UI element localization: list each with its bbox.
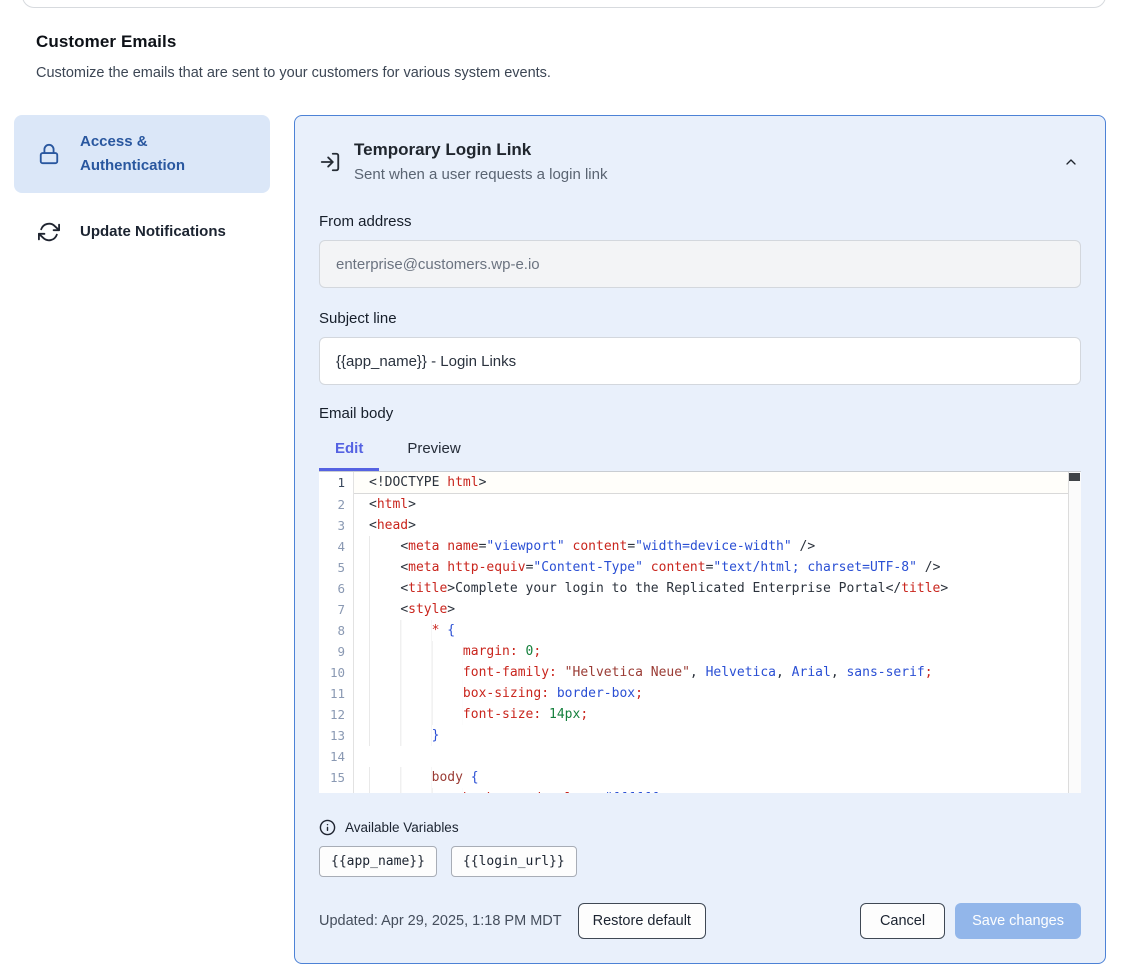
code-line: 11 box-sizing: border-box; (319, 683, 1081, 704)
code-line: 5 <meta http-equiv="Content-Type" conten… (319, 557, 1081, 578)
sidebar-item-label: Access & Authentication (80, 130, 254, 178)
editor-scrollbar[interactable] (1068, 472, 1081, 793)
tab-preview[interactable]: Preview (391, 434, 476, 471)
page-title: Customer Emails (36, 32, 1092, 52)
email-template-panel: Temporary Login Link Sent when a user re… (294, 115, 1106, 964)
subject-line-label: Subject line (319, 310, 1081, 327)
code-line: 15 body { (319, 767, 1081, 788)
panel-subtitle: Sent when a user requests a login link (354, 166, 1063, 183)
code-lines: 1<!DOCTYPE html>2<html>3<head>4 <meta na… (319, 472, 1081, 793)
code-line: 4 <meta name="viewport" content="width=d… (319, 536, 1081, 557)
panel-header-text: Temporary Login Link Sent when a user re… (354, 140, 1063, 183)
code-editor[interactable]: 1<!DOCTYPE html>2<html>3<head>4 <meta na… (319, 471, 1081, 793)
previous-card-bottom-edge (22, 0, 1106, 8)
tab-edit[interactable]: Edit (319, 434, 379, 471)
panel-title: Temporary Login Link (354, 140, 1063, 160)
variable-chip-login-url[interactable]: {{login_url}} (451, 846, 577, 877)
code-line: 14 (319, 746, 1081, 767)
variable-chip-app-name[interactable]: {{app_name}} (319, 846, 437, 877)
info-icon (319, 819, 336, 836)
code-line: 3<head> (319, 515, 1081, 536)
updated-timestamp: Updated: Apr 29, 2025, 1:18 PM MDT (319, 913, 562, 929)
cancel-button[interactable]: Cancel (860, 903, 945, 939)
sidebar: Access & Authentication Update Notificat… (14, 115, 270, 964)
subject-line-input[interactable] (319, 337, 1081, 385)
from-address-label: From address (319, 213, 1081, 230)
code-line: 6 <title>Complete your login to the Repl… (319, 578, 1081, 599)
code-line: 13 } (319, 725, 1081, 746)
editor-scrollbar-thumb[interactable] (1069, 473, 1080, 481)
editor-tabs: Edit Preview (319, 434, 1081, 471)
panel-header[interactable]: Temporary Login Link Sent when a user re… (319, 140, 1081, 183)
page-subtitle: Customize the emails that are sent to yo… (36, 65, 1092, 81)
code-line: 7 <style> (319, 599, 1081, 620)
available-variables-label: Available Variables (345, 820, 459, 835)
page-header: Customer Emails Customize the emails tha… (36, 32, 1092, 81)
refresh-icon (38, 221, 60, 243)
panel-footer: Updated: Apr 29, 2025, 1:18 PM MDT Resto… (319, 903, 1081, 939)
email-body-label: Email body (319, 405, 1081, 422)
footer-action-buttons: Cancel Save changes (860, 903, 1081, 939)
sidebar-item-access-authentication[interactable]: Access & Authentication (14, 115, 270, 193)
log-in-icon (319, 151, 343, 173)
content: Access & Authentication Update Notificat… (0, 115, 1128, 964)
code-line: 16 background-color: #ffffff; (319, 788, 1081, 793)
chevron-up-icon[interactable] (1063, 154, 1081, 170)
save-changes-button[interactable]: Save changes (955, 903, 1081, 939)
sidebar-item-update-notifications[interactable]: Update Notifications (14, 193, 270, 271)
code-line: 9 margin: 0; (319, 641, 1081, 662)
code-line: 2<html> (319, 494, 1081, 515)
sidebar-item-label: Update Notifications (80, 220, 226, 244)
restore-default-button[interactable]: Restore default (578, 903, 706, 939)
code-line: 1<!DOCTYPE html> (319, 472, 1081, 494)
available-variables-row: Available Variables (319, 819, 1081, 836)
code-line: 12 font-size: 14px; (319, 704, 1081, 725)
code-line: 10 font-family: "Helvetica Neue", Helvet… (319, 662, 1081, 683)
lock-icon (38, 143, 60, 165)
from-address-input[interactable] (319, 240, 1081, 288)
variable-chips: {{app_name}} {{login_url}} (319, 846, 1081, 877)
code-line: 8 * { (319, 620, 1081, 641)
